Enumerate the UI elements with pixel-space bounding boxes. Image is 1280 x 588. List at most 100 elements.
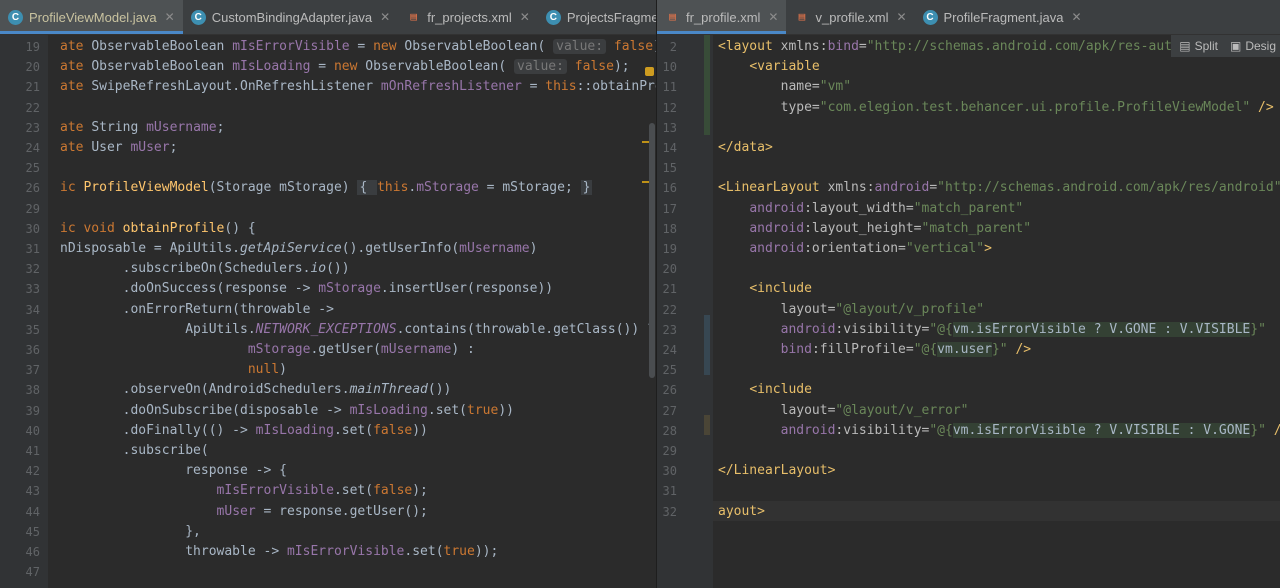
code-text[interactable]: android:layout_width="match_parent" [718, 199, 1023, 219]
java-editor-scrollbar[interactable] [649, 123, 655, 378]
code-text[interactable]: .observeOn(AndroidSchedulers.mainThread(… [60, 380, 452, 400]
line-number[interactable]: 24 [0, 138, 40, 158]
line-number[interactable]: 25 [0, 158, 40, 178]
editor-tab[interactable]: C ProjectsFragme [538, 0, 656, 34]
close-tab-icon[interactable]: ✕ [768, 10, 778, 24]
code-line[interactable]: 12 type="com.elegion.test.behancer.ui.pr… [657, 98, 1280, 118]
code-line[interactable]: 36 mStorage.getUser(mUsername) : [0, 340, 656, 360]
line-number[interactable]: 25 [657, 360, 677, 380]
java-editor-pane[interactable]: 19 ate ObservableBoolean mIsErrorVisible … [0, 35, 656, 588]
line-number[interactable]: 32 [0, 259, 40, 279]
code-text[interactable]: ic ProfileViewModel(Storage mStorage) { … [60, 178, 593, 198]
code-line[interactable]: 40 .doFinally(() -> mIsLoading.set(false… [0, 421, 656, 441]
code-line[interactable]: 42 response -> { [0, 461, 656, 481]
close-tab-icon[interactable]: ✕ [896, 10, 906, 24]
code-line[interactable]: 14 </data> [657, 138, 1280, 158]
line-number[interactable]: 11 [657, 77, 677, 97]
code-text[interactable]: <variable [718, 57, 819, 77]
code-line[interactable]: 11 name="vm" [657, 77, 1280, 97]
code-line[interactable]: 26 ic ProfileViewModel(Storage mStorage) … [0, 178, 656, 198]
code-line[interactable]: 32 ayout> [657, 502, 1280, 522]
line-number[interactable]: 39 [0, 401, 40, 421]
code-text[interactable]: .doFinally(() -> mIsLoading.set(false)) [60, 421, 428, 441]
code-text[interactable]: ayout> [718, 502, 765, 522]
code-text[interactable]: mUser = response.getUser(); [60, 502, 428, 522]
editor-tab[interactable]: C CustomBindingAdapter.java ✕ [183, 0, 399, 34]
code-text[interactable]: null) [60, 360, 287, 380]
code-text[interactable]: <include [718, 279, 812, 299]
code-line[interactable]: 47 [0, 562, 656, 582]
line-number[interactable]: 17 [657, 199, 677, 219]
code-line[interactable]: 30 ic void obtainProfile() { [0, 219, 656, 239]
code-text[interactable]: <layout xmlns:bind="http://schemas.andro… [718, 37, 1195, 57]
code-line[interactable]: 20 [657, 259, 1280, 279]
line-number[interactable]: 20 [657, 259, 677, 279]
line-number[interactable]: 26 [0, 178, 40, 198]
line-number[interactable]: 43 [0, 481, 40, 501]
code-line[interactable]: 29 [0, 199, 656, 219]
code-text[interactable]: layout="@layout/v_profile" [718, 300, 985, 320]
code-text[interactable]: type="com.elegion.test.behancer.ui.profi… [718, 98, 1274, 118]
design-view-button[interactable]: Desig [1245, 39, 1276, 53]
xml-editor-pane[interactable]: 2 <layout xmlns:bind="http://schemas.andr… [657, 35, 1280, 588]
close-tab-icon[interactable]: ✕ [520, 10, 530, 24]
line-number[interactable]: 31 [657, 481, 677, 501]
close-tab-icon[interactable]: ✕ [1071, 10, 1081, 24]
code-line[interactable]: 35 ApiUtils.NETWORK_EXCEPTIONS.contains(… [0, 320, 656, 340]
code-line[interactable]: 24 bind:fillProfile="@{vm.user}" /> [657, 340, 1280, 360]
line-number[interactable]: 33 [0, 279, 40, 299]
line-number[interactable]: 31 [0, 239, 40, 259]
code-text[interactable]: layout="@layout/v_error" [718, 401, 969, 421]
code-text[interactable]: }, [60, 522, 201, 542]
code-text[interactable]: nDisposable = ApiUtils.getApiService().g… [60, 239, 537, 259]
line-number[interactable]: 21 [657, 279, 677, 299]
line-number[interactable]: 2 [657, 37, 677, 57]
code-text[interactable]: </data> [718, 138, 773, 158]
code-line[interactable]: 15 [657, 158, 1280, 178]
code-line[interactable]: 25 [0, 158, 656, 178]
close-tab-icon[interactable]: ✕ [380, 10, 390, 24]
line-number[interactable]: 15 [657, 158, 677, 178]
code-line[interactable]: 46 throwable -> mIsErrorVisible.set(true… [0, 542, 656, 562]
code-text[interactable]: android:visibility="@{vm.isErrorVisible … [718, 421, 1280, 441]
code-text[interactable]: ate String mUsername; [60, 118, 224, 138]
split-view-button[interactable]: Split [1195, 39, 1218, 53]
code-line[interactable]: 13 [657, 118, 1280, 138]
code-line[interactable]: 45 }, [0, 522, 656, 542]
line-number[interactable]: 44 [0, 502, 40, 522]
code-line[interactable]: 41 .subscribe( [0, 441, 656, 461]
line-number[interactable]: 16 [657, 178, 677, 198]
code-line[interactable]: 20 ate ObservableBoolean mIsLoading = new… [0, 57, 656, 77]
code-line[interactable]: 33 .doOnSuccess(response -> mStorage.ins… [0, 279, 656, 299]
code-line[interactable]: 30 </LinearLayout> [657, 461, 1280, 481]
line-number[interactable]: 20 [0, 57, 40, 77]
code-line[interactable]: 10 <variable [657, 57, 1280, 77]
line-number[interactable]: 42 [0, 461, 40, 481]
code-line[interactable]: 16 <LinearLayout xmlns:android="http://sc… [657, 178, 1280, 198]
code-text[interactable]: .subscribeOn(Schedulers.io()) [60, 259, 350, 279]
code-text[interactable]: ate ObservableBoolean mIsErrorVisible = … [60, 37, 656, 57]
code-line[interactable]: 31 nDisposable = ApiUtils.getApiService()… [0, 239, 656, 259]
line-number[interactable]: 32 [657, 502, 677, 522]
line-number[interactable]: 22 [0, 98, 40, 118]
line-number[interactable]: 30 [657, 461, 677, 481]
code-line[interactable]: 23 android:visibility="@{vm.isErrorVisib… [657, 320, 1280, 340]
line-number[interactable]: 45 [0, 522, 40, 542]
line-number[interactable]: 10 [657, 57, 677, 77]
code-text[interactable]: android:orientation="vertical"> [718, 239, 992, 259]
code-line[interactable]: 19 android:orientation="vertical"> [657, 239, 1280, 259]
code-line[interactable]: 25 [657, 360, 1280, 380]
line-number[interactable]: 47 [0, 562, 40, 582]
inspection-warning-icon[interactable] [645, 67, 654, 76]
code-line[interactable]: 21 ate SwipeRefreshLayout.OnRefreshListen… [0, 77, 656, 97]
code-text[interactable]: <include [718, 380, 812, 400]
code-text[interactable]: bind:fillProfile="@{vm.user}" /> [718, 340, 1031, 360]
line-number[interactable]: 30 [0, 219, 40, 239]
code-line[interactable]: 22 [0, 98, 656, 118]
code-text[interactable]: .doOnSubscribe(disposable -> mIsLoading.… [60, 401, 514, 421]
line-number[interactable]: 46 [0, 542, 40, 562]
code-text[interactable]: ApiUtils.NETWORK_EXCEPTIONS.contains(thr… [60, 320, 655, 340]
line-number[interactable]: 22 [657, 300, 677, 320]
code-line[interactable]: 27 layout="@layout/v_error" [657, 401, 1280, 421]
code-line[interactable]: 21 <include [657, 279, 1280, 299]
